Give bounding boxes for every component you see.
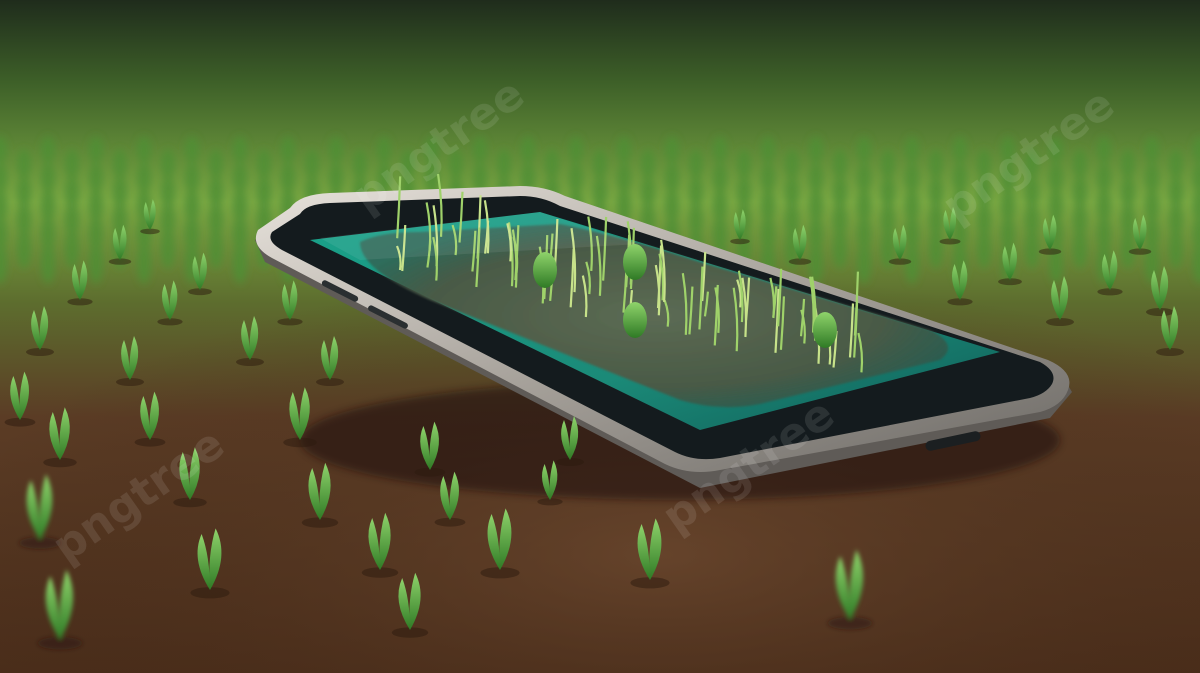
photo-scene	[0, 0, 1200, 673]
far-plant	[977, 227, 991, 269]
far-plant	[305, 149, 319, 179]
far-plant	[641, 149, 655, 179]
far-plant	[17, 227, 31, 269]
far-plant	[857, 240, 871, 284]
far-plant	[1073, 149, 1087, 179]
far-plant	[401, 149, 415, 179]
screen-sprout	[533, 252, 557, 288]
far-plant	[1097, 136, 1111, 164]
far-plant	[473, 136, 487, 164]
far-plant	[161, 149, 175, 179]
far-plant	[569, 136, 583, 164]
far-plant	[89, 240, 103, 284]
far-plant	[1169, 227, 1183, 269]
far-plant	[233, 136, 247, 164]
far-plant	[593, 149, 607, 179]
far-plant	[497, 149, 511, 179]
far-plant	[953, 136, 967, 164]
far-plant	[833, 227, 847, 269]
far-plant	[1001, 136, 1015, 164]
far-plant	[857, 136, 871, 164]
far-plant	[1025, 227, 1039, 269]
far-plant	[1145, 136, 1159, 164]
far-plant	[1049, 136, 1063, 164]
far-plant	[977, 149, 991, 179]
far-plant	[737, 149, 751, 179]
screen-sprout	[813, 312, 837, 348]
far-plant	[41, 136, 55, 164]
far-plant	[881, 149, 895, 179]
far-plant	[17, 149, 31, 179]
far-plant	[713, 136, 727, 164]
far-plant	[425, 136, 439, 164]
far-plant	[65, 149, 79, 179]
far-plant	[113, 149, 127, 179]
screen-sprout	[623, 244, 647, 280]
far-plant	[137, 136, 151, 164]
far-plant	[617, 136, 631, 164]
far-plant	[329, 136, 343, 164]
far-plant	[665, 136, 679, 164]
far-plant	[689, 149, 703, 179]
far-plant	[209, 227, 223, 269]
far-plant	[761, 136, 775, 164]
far-plant	[785, 149, 799, 179]
far-plant	[185, 136, 199, 164]
far-plant	[929, 149, 943, 179]
far-plant	[89, 136, 103, 164]
far-plant	[137, 240, 151, 284]
screen-sprout	[623, 302, 647, 338]
far-plant	[809, 136, 823, 164]
far-plant	[521, 136, 535, 164]
far-plant	[545, 149, 559, 179]
far-plant	[65, 227, 79, 269]
far-plant	[905, 136, 919, 164]
far-plant	[449, 149, 463, 179]
far-plant	[233, 240, 247, 284]
far-plant	[353, 149, 367, 179]
far-plant	[1025, 149, 1039, 179]
far-plant	[1073, 227, 1087, 269]
far-plant	[377, 136, 391, 164]
far-plant	[1121, 149, 1135, 179]
far-plant	[833, 149, 847, 179]
far-plant	[1169, 149, 1183, 179]
far-plant	[257, 149, 271, 179]
far-plant	[1121, 227, 1135, 269]
far-plant	[281, 136, 295, 164]
far-plant	[161, 227, 175, 269]
far-plant	[209, 149, 223, 179]
far-plant	[929, 227, 943, 269]
far-plant	[41, 240, 55, 284]
